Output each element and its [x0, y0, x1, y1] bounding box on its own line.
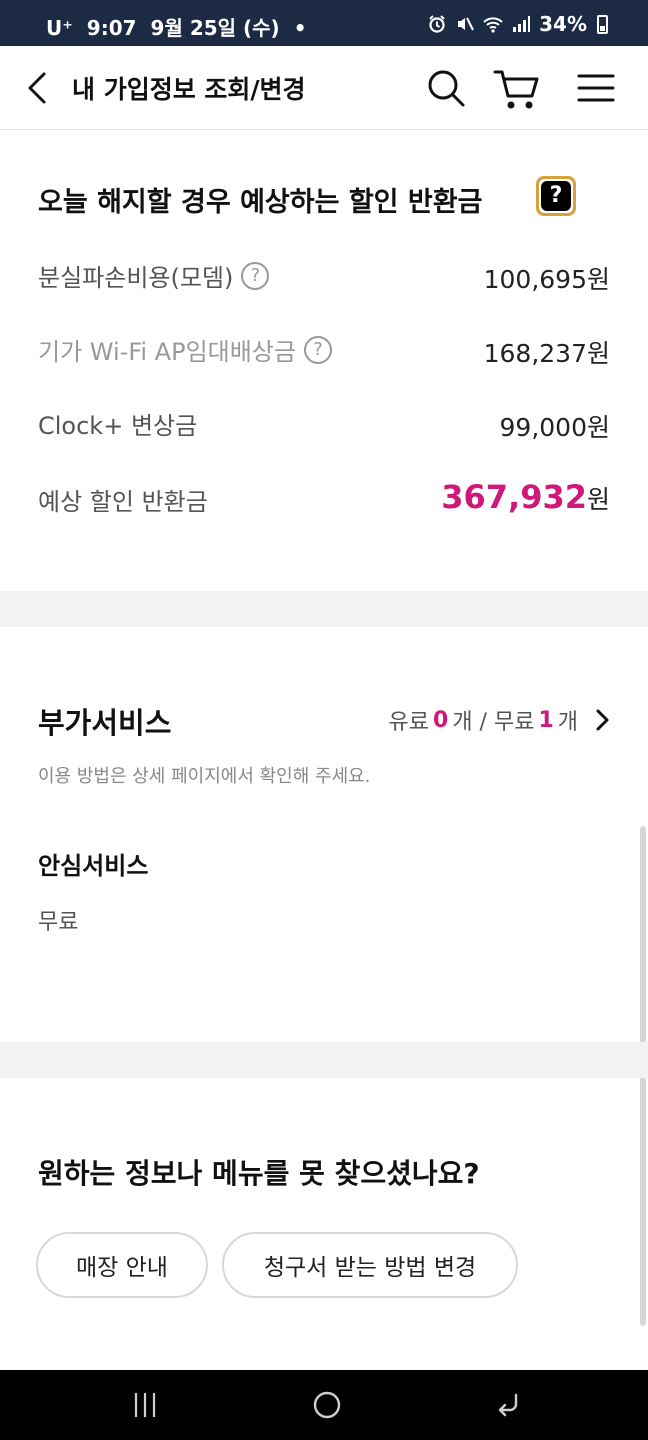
addon-count-link[interactable]: 유료 0개 / 무료 1개 — [389, 704, 614, 736]
recent-apps-icon[interactable] — [130, 1390, 160, 1420]
help-circle-icon[interactable]: ? — [303, 335, 332, 364]
back-icon[interactable] — [22, 68, 56, 108]
addon-paid-label: 유료 — [388, 710, 429, 735]
addon-free-unit: 개 — [557, 710, 578, 735]
addon-free-count: 1 — [538, 707, 554, 733]
addon-subtitle: 이용 방법은 상세 페이지에서 확인해 주세요. — [38, 766, 371, 787]
system-nav-bar — [0, 1370, 648, 1440]
help-circle-icon[interactable]: ? — [241, 261, 270, 290]
refund-total-value: 367,932원 — [441, 478, 610, 516]
store-guide-button[interactable]: 매장 안내 — [36, 1232, 208, 1298]
addon-section-title: 부가서비스 — [38, 706, 172, 740]
status-right: 34% — [427, 12, 608, 36]
signal-icon — [513, 16, 531, 32]
nav-back-icon[interactable] — [494, 1390, 524, 1420]
refund-row-value: 168,237원 — [483, 339, 610, 368]
mute-icon — [458, 17, 475, 31]
refund-section-title: 오늘 해지할 경우 예상하는 할인 반환금 — [38, 187, 483, 218]
refund-total-amount: 367,932 — [441, 478, 587, 516]
refund-row-label: 기가 Wi-Fi AP임대배상금 ? — [38, 332, 332, 367]
home-icon[interactable] — [312, 1390, 342, 1420]
service-name: 안심서비스 — [38, 852, 149, 880]
battery-icon — [597, 14, 608, 34]
app-header: 내 가입정보 조회/변경 — [0, 46, 648, 130]
carrier-label: U⁺ — [46, 16, 73, 40]
status-date: 9월 25일 (수) — [150, 16, 280, 40]
chevron-right-icon — [596, 709, 609, 731]
wifi-icon — [483, 17, 503, 33]
refund-row-label: Clock+ 변상금 — [38, 406, 197, 441]
alarm-icon — [429, 15, 445, 33]
status-time: 9:07 — [86, 16, 137, 40]
refund-row-text: Clock+ 변상금 — [38, 412, 198, 440]
refund-row-value: 100,695원 — [483, 265, 610, 294]
refund-total-label: 예상 할인 반환금 — [38, 482, 208, 517]
status-dot: • — [293, 16, 307, 40]
refund-row-value: 99,000원 — [499, 413, 610, 442]
refund-row-label: 분실파손비용(모뎀) ? — [38, 258, 270, 293]
question-icon: ? — [541, 181, 571, 211]
battery-percent: 34% — [539, 12, 587, 36]
help-badge[interactable]: ? — [536, 176, 576, 216]
refund-total-text: 예상 할인 반환금 — [38, 488, 208, 516]
section-divider — [0, 1042, 648, 1078]
search-icon[interactable] — [424, 66, 468, 110]
refund-row-text: 분실파손비용(모뎀) — [38, 264, 234, 292]
help-section-title: 원하는 정보나 메뉴를 못 찾으셨나요? — [38, 1157, 480, 1190]
section-divider — [0, 591, 648, 627]
cart-icon[interactable] — [492, 66, 542, 112]
status-bar: U⁺ 9:07 9월 25일 (수) • 34% — [0, 0, 648, 46]
refund-row-text: 기가 Wi-Fi AP임대배상금 — [38, 338, 296, 366]
status-left: U⁺ 9:07 9월 25일 (수) • — [46, 12, 321, 41]
service-price: 무료 — [38, 910, 79, 935]
refund-total-unit: 원 — [586, 485, 610, 514]
addon-paid-unit: 개 / 무료 — [452, 710, 535, 735]
addon-paid-count: 0 — [433, 707, 449, 733]
menu-icon[interactable] — [576, 70, 616, 106]
change-billing-method-button[interactable]: 청구서 받는 방법 변경 — [222, 1232, 518, 1298]
page-title: 내 가입정보 조회/변경 — [72, 75, 306, 104]
